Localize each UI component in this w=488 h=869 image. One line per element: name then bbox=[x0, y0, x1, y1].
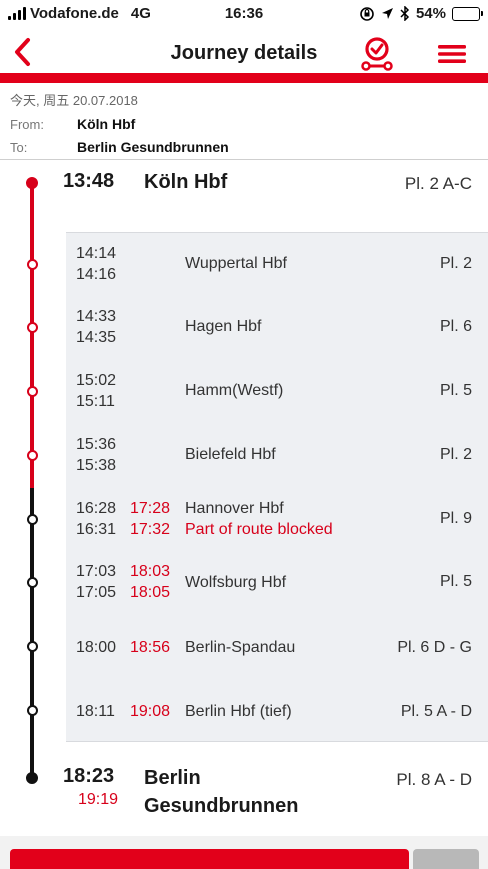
scheduled-times: 15:02 15:11 bbox=[76, 372, 117, 410]
stop-station: Hamm(Westf) bbox=[185, 382, 284, 399]
stop-station: Hannover Hbf Part of route blocked bbox=[185, 500, 333, 538]
stop-dot bbox=[26, 576, 38, 588]
stop-row[interactable]: 18:11 19:08 Berlin Hbf (tief) Pl. 5 A - … bbox=[66, 689, 488, 749]
bluetooth-icon bbox=[400, 6, 410, 21]
to-label: To: bbox=[10, 140, 28, 155]
stop-station: Wolfsburg Hbf bbox=[185, 574, 287, 591]
from-label: From: bbox=[10, 117, 44, 132]
stop-row[interactable]: 17:03 17:05 18:03 18:05 Wolfsburg Hbf Pl. … bbox=[66, 561, 488, 621]
destination-station-line1: Berlin bbox=[144, 767, 201, 789]
stop-platform: Pl. 9 bbox=[439, 510, 472, 527]
journey-date: 今天, 周五 20.07.2018 bbox=[10, 93, 138, 108]
stop-dot bbox=[26, 640, 38, 652]
nav-bar: Journey details bbox=[0, 30, 488, 76]
stop-row[interactable]: 15:02 15:11 Hamm(Westf) Pl. 5 bbox=[66, 370, 488, 430]
stop-platform: Pl. 2 bbox=[439, 446, 472, 463]
stop-dot bbox=[26, 321, 38, 333]
stop-station: Berlin Hbf (tief) bbox=[185, 703, 292, 720]
realtime-time: 19:08 bbox=[130, 703, 171, 720]
origin-station: Köln Hbf bbox=[144, 171, 228, 193]
scheduled-times: 16:28 16:31 bbox=[76, 500, 117, 538]
destination-platform: Pl. 8 A - D bbox=[396, 770, 472, 789]
scheduled-times: 17:03 17:05 bbox=[76, 563, 117, 601]
travel-alarm-icon[interactable] bbox=[360, 36, 394, 72]
battery-percent: 54% bbox=[415, 5, 446, 22]
battery-icon bbox=[452, 6, 483, 21]
secondary-action-button[interactable] bbox=[413, 849, 479, 869]
intermediate-stops-panel: 14:14 14:16 Wuppertal Hbf Pl. 2 14:33 14:3… bbox=[66, 232, 488, 742]
stop-station: Hagen Hbf bbox=[185, 318, 262, 335]
realtime-times: 17:28 17:32 bbox=[130, 500, 171, 538]
stop-dot bbox=[26, 513, 38, 525]
scheduled-time: 18:11 bbox=[76, 703, 115, 720]
stop-dot bbox=[26, 704, 38, 716]
orientation-lock-icon bbox=[360, 6, 374, 21]
destination-realtime: 19:19 bbox=[78, 791, 119, 808]
destination-time: 18:23 bbox=[63, 765, 115, 787]
stop-station: Berlin-Spandau bbox=[185, 639, 296, 656]
hamburger-menu-icon[interactable] bbox=[436, 42, 468, 66]
route-line-travelled bbox=[30, 182, 34, 490]
page-title: Journey details bbox=[170, 42, 318, 64]
status-right: 54% bbox=[359, 5, 483, 22]
to-value: Berlin Gesundbrunnen bbox=[77, 139, 229, 155]
stop-platform: Pl. 5 bbox=[439, 382, 472, 399]
divider bbox=[0, 159, 488, 160]
stop-dot bbox=[26, 258, 38, 270]
origin-time: 13:48 bbox=[63, 170, 115, 192]
from-value: Köln Hbf bbox=[77, 116, 136, 132]
stop-dot bbox=[26, 385, 38, 397]
stop-row[interactable]: 15:36 15:38 Bielefeld Hbf Pl. 2 bbox=[66, 434, 488, 494]
stop-platform: Pl. 2 bbox=[439, 255, 472, 272]
stop-dot bbox=[26, 449, 38, 461]
location-arrow-icon bbox=[381, 8, 393, 19]
scheduled-times: 15:36 15:38 bbox=[76, 436, 117, 474]
destination-dot bbox=[26, 772, 38, 784]
stop-row[interactable]: 14:14 14:16 Wuppertal Hbf Pl. 2 bbox=[66, 243, 488, 303]
realtime-times: 18:03 18:05 bbox=[130, 563, 171, 601]
stop-platform: Pl. 6 D - G bbox=[397, 639, 472, 656]
disruption-note: Part of route blocked bbox=[185, 521, 333, 538]
scheduled-times: 14:33 14:35 bbox=[76, 308, 117, 346]
scheduled-times: 14:14 14:16 bbox=[76, 245, 117, 283]
realtime-time: 18:56 bbox=[130, 639, 171, 656]
route-line-remaining bbox=[30, 488, 34, 778]
scheduled-time: 18:00 bbox=[76, 639, 117, 656]
to-row: To: Berlin Gesundbrunnen bbox=[10, 139, 229, 155]
stop-station: Wuppertal Hbf bbox=[185, 255, 287, 272]
destination-station-line2: Gesundbrunnen bbox=[144, 795, 299, 817]
status-bar: Vodafone.de 4G 16:36 54% bbox=[0, 0, 488, 30]
from-row: From: Köln Hbf bbox=[10, 116, 135, 132]
stop-row[interactable]: 18:00 18:56 Berlin-Spandau Pl. 6 D - G bbox=[66, 625, 488, 685]
stop-row[interactable]: 14:33 14:35 Hagen Hbf Pl. 6 bbox=[66, 306, 488, 366]
stop-row[interactable]: 16:28 16:31 17:28 17:32 Hannover Hbf Part o… bbox=[66, 498, 488, 558]
stop-platform: Pl. 5 bbox=[439, 573, 472, 590]
stop-platform: Pl. 5 A - D bbox=[400, 703, 472, 720]
origin-dot bbox=[26, 177, 38, 189]
header-accent-bar bbox=[0, 73, 488, 83]
primary-action-button[interactable] bbox=[10, 849, 409, 869]
origin-platform: Pl. 2 A-C bbox=[404, 174, 472, 193]
stop-platform: Pl. 6 bbox=[439, 318, 472, 335]
stop-station: Bielefeld Hbf bbox=[185, 446, 276, 463]
